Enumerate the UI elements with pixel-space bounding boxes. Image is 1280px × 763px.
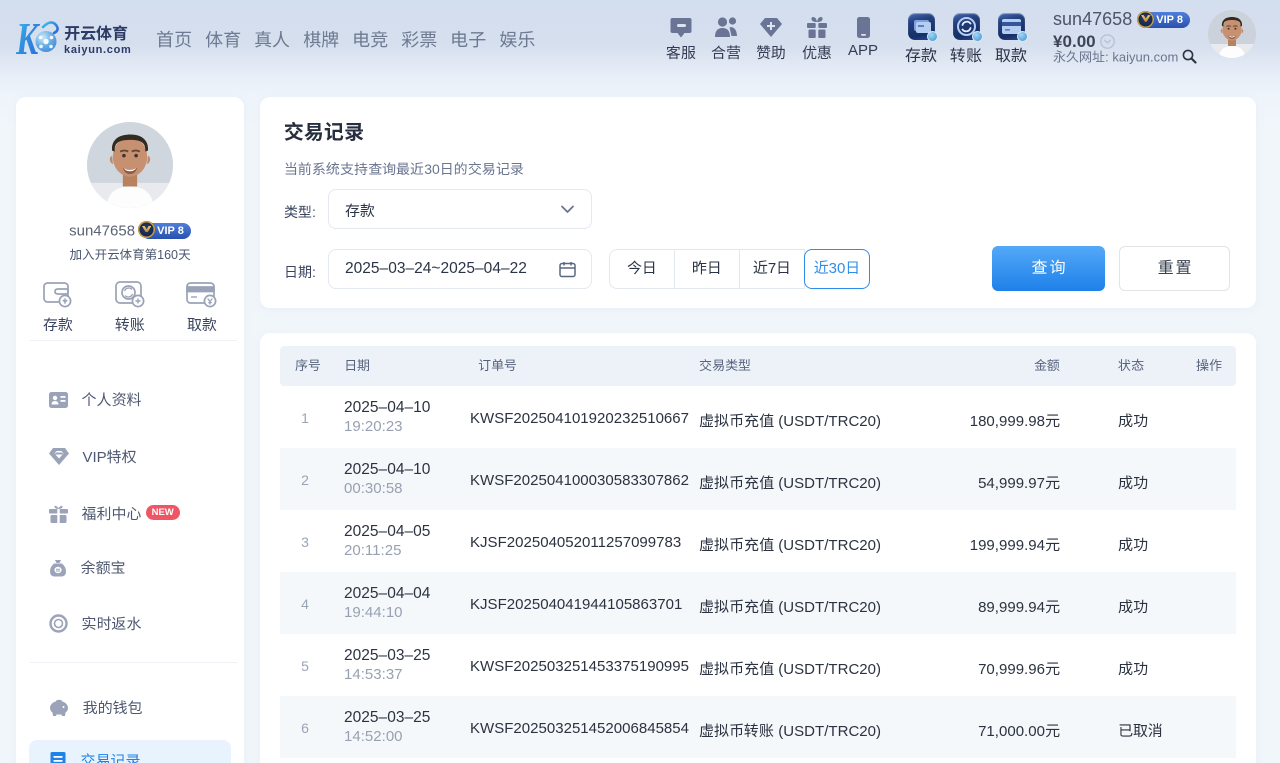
svg-text:kaiyun.com: kaiyun.com [64,44,132,56]
svg-text:开云体育: 开云体育 [64,20,128,44]
